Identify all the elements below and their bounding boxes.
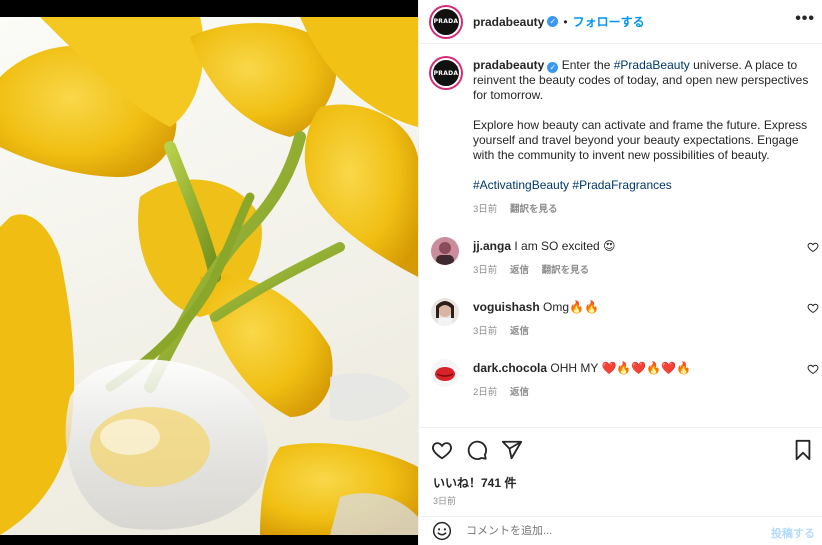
commenter-avatar[interactable] [431,237,459,265]
comments-scroll-area[interactable]: PRADA pradabeauty ✓ Enter the #PradaBeaut… [419,45,822,427]
bookmark-icon[interactable] [793,439,813,461]
comment-row: voguishash Omg🔥🔥 3日前 返信 [431,298,819,339]
hashtag-activatingbeauty[interactable]: #ActivatingBeauty [473,178,569,192]
share-icon[interactable] [501,439,523,461]
hashtag-pradafragrances[interactable]: #PradaFragrances [572,178,671,192]
caption-text-1: Enter the [561,58,614,72]
caption-meta: 3日前 翻訳を見る [473,202,813,217]
comment-row: dark.chocola OHH MY ❤️🔥❤️🔥❤️🔥 2日前 返信 [431,359,819,400]
see-translation-link[interactable]: 翻訳を見る [510,204,558,215]
hashtag-pradabeauty[interactable]: #PradaBeauty [614,58,690,72]
caption-paragraph-2: Explore how beauty can activate and fram… [473,118,808,162]
comment-input[interactable] [466,525,746,537]
like-comment-heart-icon[interactable] [807,241,819,253]
comment-content: jj.anga I am SO excited 😍 3日前 返信 翻訳を見る [473,237,813,278]
caption-time: 3日前 [473,204,498,215]
avatar-logo-text: PRADA [433,69,459,77]
comment-row: jj.anga I am SO excited 😍 3日前 返信 翻訳を見る [431,237,819,278]
reply-button[interactable]: 返信 [510,387,529,398]
verified-icon: ✓ [547,62,559,73]
comment-text: Omg🔥🔥 [543,300,599,314]
comment-text: OHH MY ❤️🔥❤️🔥❤️🔥 [550,361,692,375]
comment-content: voguishash Omg🔥🔥 3日前 返信 [473,298,813,339]
more-options-icon[interactable]: ••• [795,10,815,28]
author-username[interactable]: pradabeauty [473,15,544,29]
like-comment-heart-icon[interactable] [807,363,819,375]
caption-username[interactable]: pradabeauty [473,58,544,72]
add-comment-bar: 投稿する [419,516,822,545]
comment-icon[interactable] [466,439,488,461]
caption-content: pradabeauty ✓ Enter the #PradaBeauty univ… [473,58,813,217]
like-comment-heart-icon[interactable] [807,302,819,314]
post-header: PRADA pradabeauty ✓ • フォローする ••• [419,0,822,44]
post-media[interactable] [0,0,418,545]
action-icons [431,439,523,461]
comment-username[interactable]: voguishash [473,300,540,314]
post-comment-button[interactable]: 投稿する [771,525,815,541]
caption-avatar[interactable]: PRADA [431,58,461,88]
comment-time: 3日前 [473,265,498,276]
follow-button[interactable]: フォローする [573,13,645,30]
avatar-logo-text: PRADA [433,18,459,25]
caption-hashtags: #ActivatingBeauty #PradaFragrances [473,178,813,193]
comment-meta: 3日前 返信 [473,324,813,339]
comment-time: 3日前 [473,326,498,337]
commenter-avatar[interactable] [431,298,459,326]
author-avatar[interactable]: PRADA [431,6,461,37]
post-actions: いいね！741 件 3日前 [419,427,822,515]
emoji-icon[interactable] [432,521,452,541]
comment-meta: 2日前 返信 [473,385,813,400]
post-side-panel: PRADA pradabeauty ✓ • フォローする ••• PRADA p… [418,0,822,545]
comment-username[interactable]: jj.anga [473,239,511,253]
post-image-orchid [0,17,418,535]
see-translation-link[interactable]: 翻訳を見る [542,265,590,276]
bookmark-button[interactable] [793,439,813,461]
separator-dot: • [563,14,568,29]
reply-button[interactable]: 返信 [510,326,529,337]
verified-icon: ✓ [547,16,559,27]
comment-username[interactable]: dark.chocola [473,361,547,375]
comment-content: dark.chocola OHH MY ❤️🔥❤️🔥❤️🔥 2日前 返信 [473,359,813,400]
caption-row: PRADA pradabeauty ✓ Enter the #PradaBeaut… [431,58,819,217]
likes-count[interactable]: いいね！741 件 [433,474,516,491]
comment-time: 2日前 [473,387,498,398]
comment-text: I am SO excited 😍 [514,239,616,253]
reply-button[interactable]: 返信 [510,265,529,276]
commenter-avatar[interactable] [431,359,459,387]
post-date[interactable]: 3日前 [433,494,456,507]
heart-icon[interactable] [431,439,453,461]
caption-paragraph-1: pradabeauty ✓ Enter the #PradaBeauty univ… [473,58,813,103]
instagram-post-modal: PRADA pradabeauty ✓ • フォローする ••• PRADA p… [0,0,822,545]
comment-meta: 3日前 返信 翻訳を見る [473,263,813,278]
